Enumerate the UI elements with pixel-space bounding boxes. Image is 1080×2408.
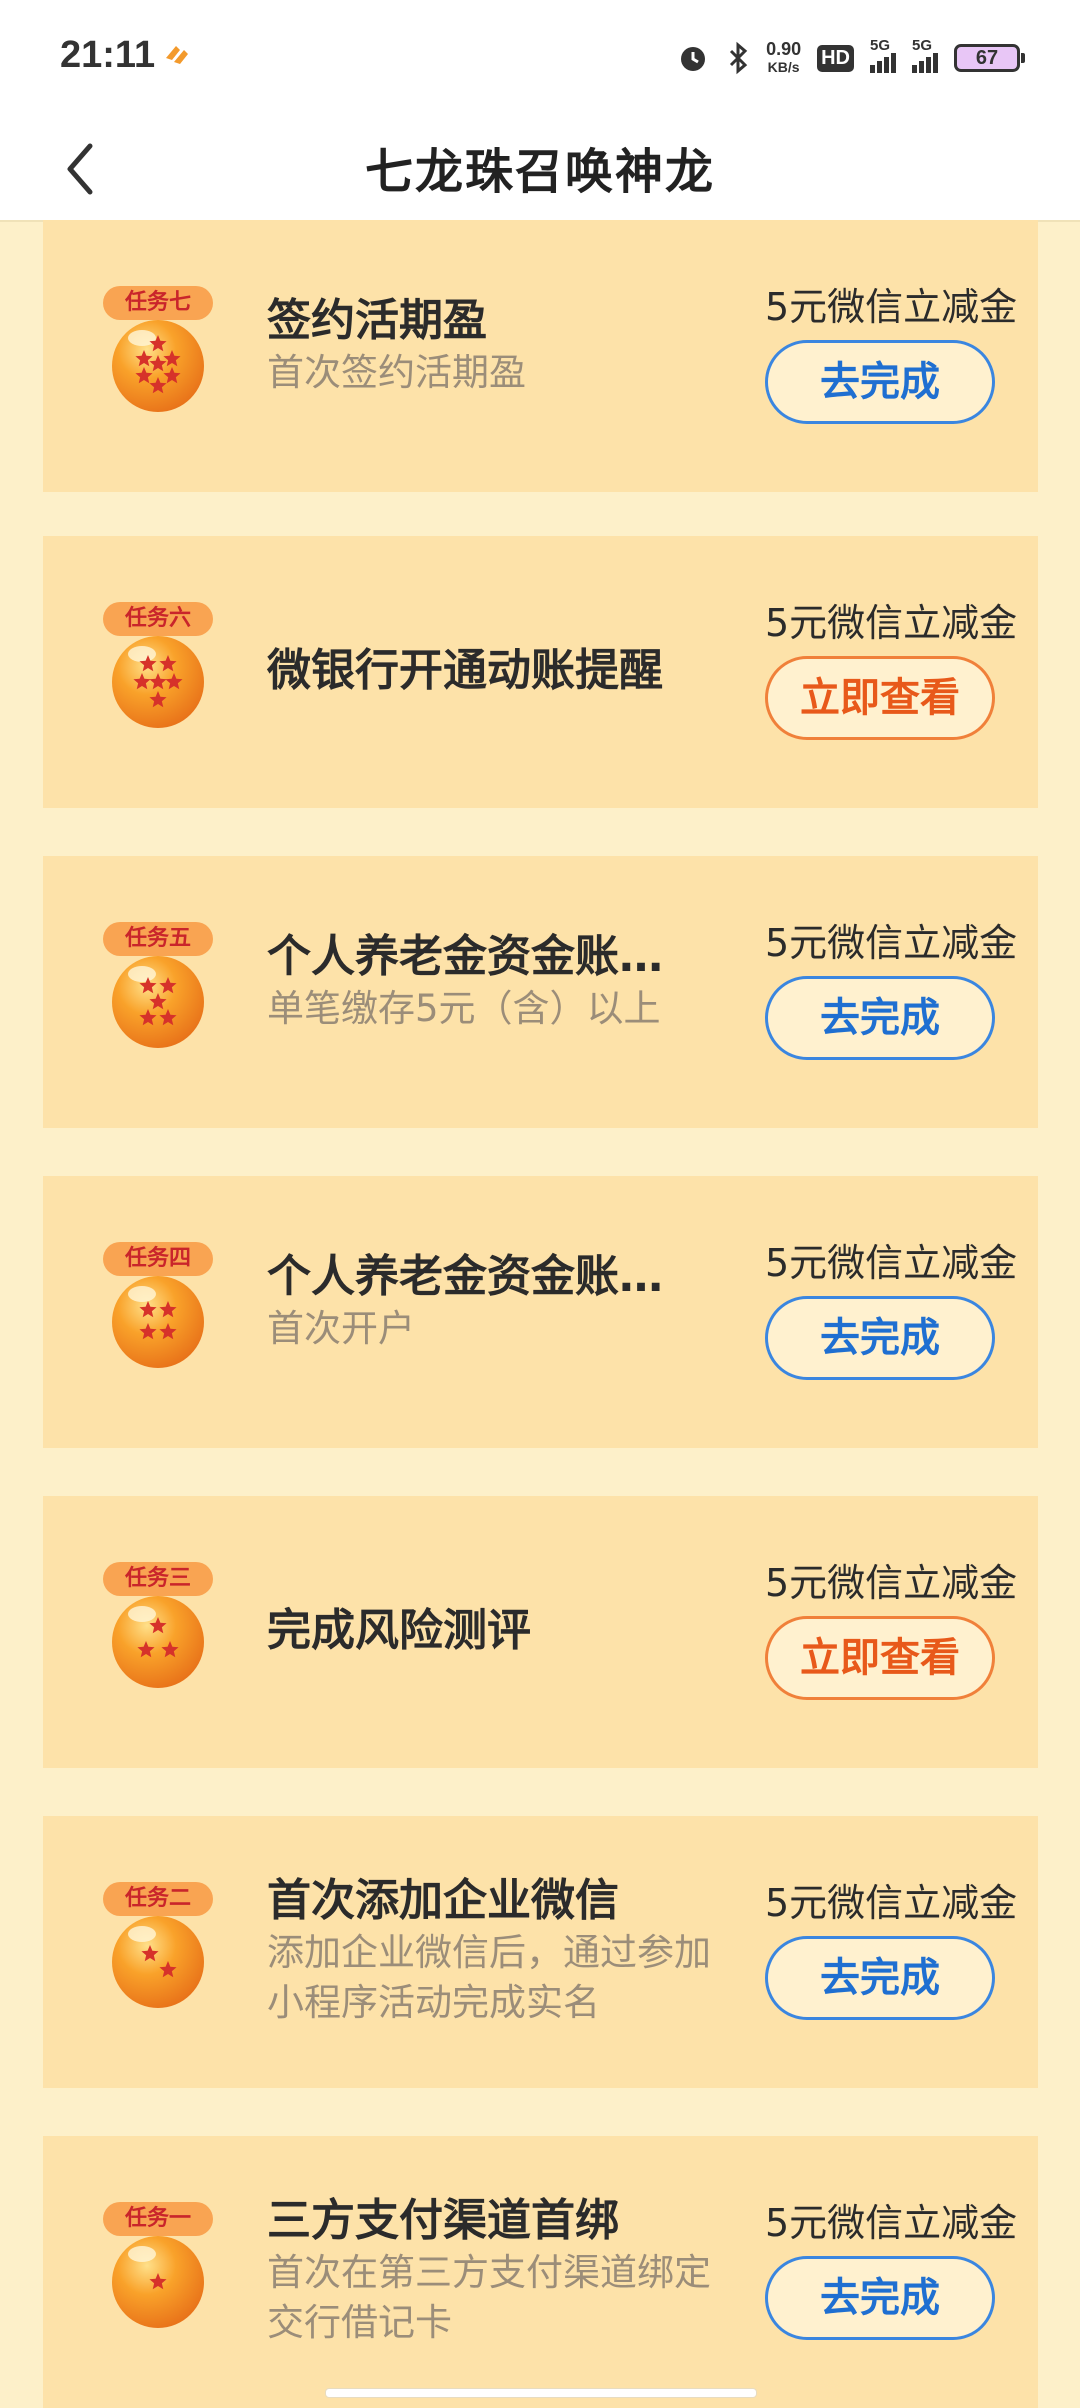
network-speed: 0.90 KB/s (766, 39, 802, 75)
alarm-icon (681, 47, 706, 71)
task-reward: 5元微信立减金 (765, 921, 1018, 965)
task-action-button[interactable]: 立即查看 (765, 656, 995, 740)
task-card: 任务六 微银行开通动账提醒 5元微信立减金 立即查看 (43, 536, 1038, 808)
bluetooth-icon (730, 41, 748, 75)
task-action-button[interactable]: 立即查看 (765, 1616, 995, 1700)
task-reward: 5元微信立减金 (765, 1881, 1018, 1925)
task-reward: 5元微信立减金 (765, 1241, 1018, 1285)
task-title: 首次添加企业微信 (267, 1875, 619, 1926)
dragon-ball-icon (112, 1276, 204, 1368)
task-title: 完成风险测评 (267, 1605, 531, 1656)
task-title: 微银行开通动账提醒 (267, 645, 663, 696)
dragon-ball-icon (112, 2236, 204, 2328)
task-reward: 5元微信立减金 (765, 601, 1018, 645)
app-notification-icon (166, 46, 188, 64)
status-icons: 0.90 KB/s HD 5G 5G 67 (676, 36, 1025, 80)
dragon-ball-icon (112, 1596, 204, 1688)
task-reward: 5元微信立减金 (765, 1561, 1018, 1605)
status-bar: 21:11 0.90 KB/s HD 5G 5G 67 (0, 0, 1080, 118)
task-title: 三方支付渠道首绑 (267, 2195, 619, 2246)
task-description: 首次签约活期盈 (267, 351, 526, 394)
signal-icon: 5G (912, 37, 938, 73)
task-reward: 5元微信立减金 (765, 2201, 1018, 2245)
task-action-button[interactable]: 去完成 (765, 1936, 995, 2020)
task-description: 单笔缴存5元（含）以上 (267, 987, 661, 1030)
task-action-button[interactable]: 去完成 (765, 340, 995, 424)
dragon-ball-icon (112, 636, 204, 728)
signal-icon: 5G (870, 37, 896, 73)
dragon-ball-icon (112, 1916, 204, 2008)
hd-voice-icon: HD (817, 44, 854, 72)
task-reward: 5元微信立减金 (765, 285, 1018, 329)
task-card: 任务二 首次添加企业微信 添加企业微信后，通过参加小程序活动完成实名 5元微信立… (43, 1816, 1038, 2088)
battery-icon: 67 (954, 44, 1025, 72)
task-card: 任务七 签约活期盈 首次签约活期盈 5元微信立减金 去完成 (43, 220, 1038, 492)
dragon-ball-icon (112, 320, 204, 412)
task-card: 任务三 完成风险测评 5元微信立减金 立即查看 (43, 1496, 1038, 1768)
task-action-button[interactable]: 去完成 (765, 1296, 995, 1380)
nav-bar: 七龙珠召唤神龙 (0, 118, 1080, 222)
status-time: 21:11 (60, 34, 156, 76)
task-title: 个人养老金资金账户缴存 (267, 931, 697, 982)
task-card: 任务四 个人养老金资金账户开户 首次开户 5元微信立减金 去完成 (43, 1176, 1038, 1448)
dragon-ball-icon (112, 956, 204, 1048)
task-card: 任务五 个人养老金资金账户缴存 单笔缴存5元（含）以上 5元微信立减金 去完成 (43, 856, 1038, 1128)
task-action-button[interactable]: 去完成 (765, 2256, 995, 2340)
page-title: 七龙珠召唤神龙 (364, 144, 715, 200)
task-description: 首次在第三方支付渠道绑定交行借记卡 (267, 2251, 711, 2344)
task-title: 个人养老金资金账户开户 (267, 1251, 697, 1302)
task-card: 任务一 三方支付渠道首绑 首次在第三方支付渠道绑定交行借记卡 5元微信立减金 去… (43, 2136, 1038, 2408)
task-action-button[interactable]: 去完成 (765, 976, 995, 1060)
task-description: 首次开户 (267, 1307, 415, 1350)
task-description: 添加企业微信后，通过参加小程序活动完成实名 (267, 1931, 711, 2024)
task-title: 签约活期盈 (267, 295, 487, 346)
home-indicator[interactable] (325, 2388, 757, 2398)
